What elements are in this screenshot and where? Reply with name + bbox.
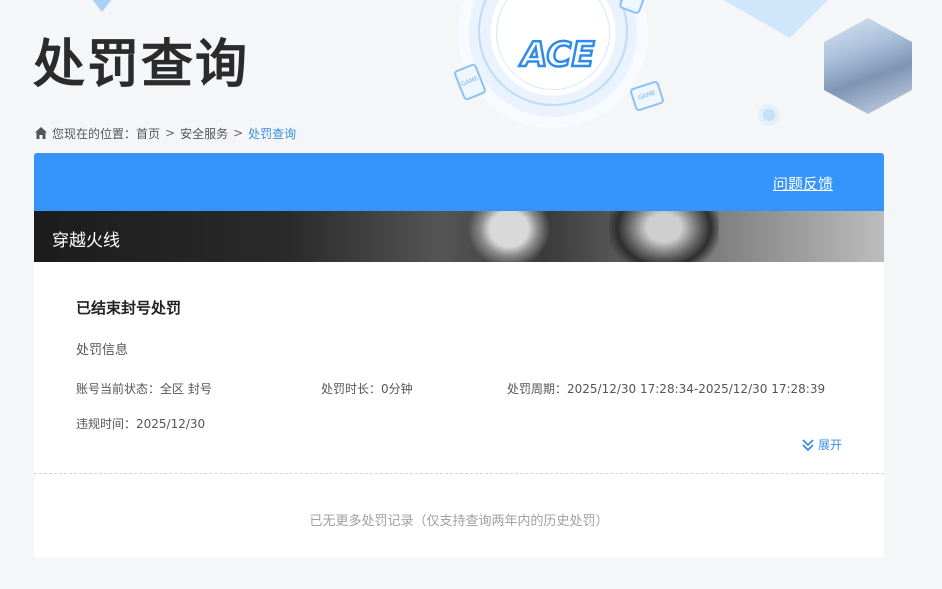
card-header-bar: 问题反馈 [34,153,884,211]
penalty-subtitle: 处罚信息 [76,343,129,358]
character-avatar [824,18,912,114]
breadcrumb-security-link[interactable]: 安全服务 [180,125,228,142]
triangle-decoration [720,0,830,38]
chevron-double-down-icon [802,438,814,451]
breadcrumb: 您现在的位置： 首页 > 安全服务 > 处罚查询 [34,125,296,141]
game-chip-text: GAME [460,74,480,89]
orb-decoration [758,104,780,126]
penalty-period: 处罚周期：2025/12/30 17:28:34-2025/12/30 17:2… [507,380,825,397]
breadcrumb-separator: > [233,126,244,140]
expand-label: 展开 [817,438,842,452]
account-status: 账号当前状态：全区 封号 [76,380,212,397]
game-device-icon: GAME [629,79,665,113]
penalty-record: 已结束封号处罚 处罚信息 账号当前状态：全区 封号 处罚时长：0分钟 处罚周期：… [34,262,884,473]
home-icon [35,127,47,139]
breadcrumb-separator: > [165,126,176,140]
banner-character-image [464,211,554,262]
game-name: 穿越火线 [52,231,120,251]
period-value: 2025/12/30 17:28:34-2025/12/30 17:28:39 [567,382,826,396]
penalty-card: 问题反馈 穿越火线 已结束封号处罚 处罚信息 账号当前状态：全区 封号 处罚时长… [34,153,884,558]
violation-label: 违规时间： [76,417,137,431]
breadcrumb-home-link[interactable]: 首页 [136,125,160,142]
feedback-link[interactable]: 问题反馈 [773,173,833,194]
period-label: 处罚周期： [507,382,568,396]
breadcrumb-prefix: 您现在的位置： [52,126,137,141]
ace-logo: ACE [517,34,596,74]
expand-button[interactable]: 展开 [801,436,842,453]
banner-character-image [609,211,719,262]
game-chip-text: GAME [637,89,657,102]
penalty-title: 已结束封号处罚 [76,299,182,317]
game-banner: 穿越火线 [34,211,884,262]
divider [34,473,884,474]
status-label: 账号当前状态： [76,382,161,396]
no-more-records-text: 已无更多处罚记录（仅支持查询两年内的历史处罚） [309,514,609,529]
triangle-decoration [88,0,116,12]
breadcrumb-current: 处罚查询 [248,126,297,141]
page-title: 处罚查询 [33,35,250,95]
violation-time: 违规时间：2025/12/30 [76,415,205,432]
duration-label: 处罚时长： [321,382,382,396]
penalty-duration: 处罚时长：0分钟 [321,380,413,397]
ace-logo-text: ACE [518,35,594,74]
duration-value: 0分钟 [381,382,413,396]
violation-value: 2025/12/30 [136,417,206,431]
status-value: 全区 封号 [160,382,212,396]
